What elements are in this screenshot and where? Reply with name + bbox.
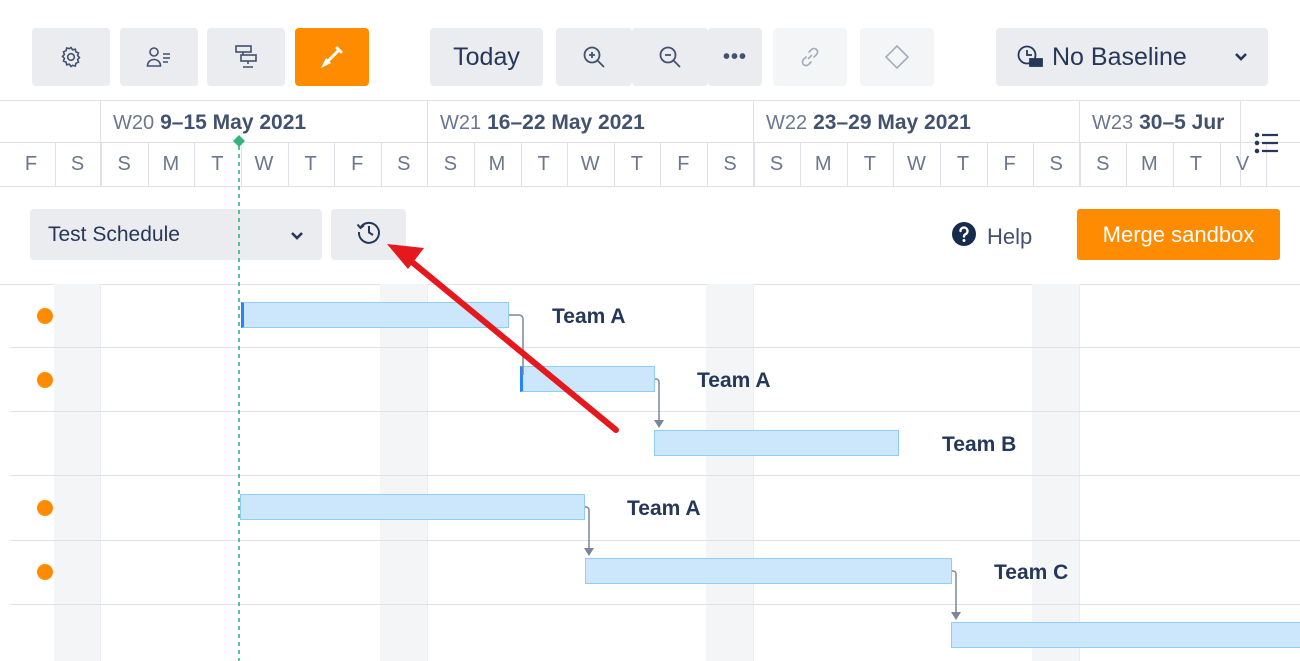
- day-label: T: [304, 152, 317, 175]
- schedule-select[interactable]: Test Schedule: [30, 209, 322, 260]
- task-bar[interactable]: [241, 302, 509, 328]
- day-label: W: [254, 152, 274, 175]
- row-divider: [10, 411, 1300, 412]
- day-label: S: [769, 152, 784, 175]
- merge-sandbox-label: Merge sandbox: [1102, 221, 1255, 247]
- day-label: T: [956, 152, 970, 175]
- week-range: 16–22 May 2021: [487, 111, 645, 134]
- milestone-button[interactable]: [860, 28, 934, 86]
- merge-sandbox-button[interactable]: Merge sandbox: [1077, 209, 1280, 260]
- chevron-down-icon: [1234, 52, 1248, 62]
- diamond-icon: [884, 44, 910, 70]
- day-label: S: [443, 152, 458, 175]
- week-number: W20: [113, 112, 155, 134]
- task-bar[interactable]: [951, 622, 1300, 648]
- chevron-down-icon: [290, 223, 304, 247]
- row-divider: [10, 604, 1300, 605]
- day-label: S: [117, 152, 131, 175]
- list-view-button[interactable]: [1254, 131, 1280, 160]
- day-label: T: [863, 152, 876, 175]
- task-team-label: Team A: [697, 369, 771, 392]
- day-label: S: [70, 152, 85, 175]
- baseline-icon: [1016, 44, 1044, 70]
- divider: [0, 186, 1300, 187]
- today-button[interactable]: Today: [430, 28, 543, 86]
- row-divider: [10, 347, 1300, 348]
- schedule-select-value: Test Schedule: [48, 222, 180, 246]
- help-label: Help: [987, 224, 1033, 249]
- link-button[interactable]: [773, 28, 847, 86]
- more-label: •••: [722, 45, 747, 68]
- day-label: F: [351, 152, 364, 175]
- day-label: S: [723, 152, 737, 175]
- task-bar[interactable]: [585, 558, 952, 584]
- week-number: W22: [766, 112, 808, 134]
- zoom-in-icon: [581, 44, 607, 70]
- week-range: 23–29 May 2021: [813, 111, 971, 134]
- task-team-label: Team C: [994, 561, 1069, 584]
- hierarchy-icon: [233, 44, 259, 70]
- day-label: T: [537, 152, 550, 175]
- help-link[interactable]: Help: [951, 221, 1032, 253]
- task-bar[interactable]: [654, 430, 899, 456]
- risk-indicator: [37, 308, 53, 324]
- day-label: S: [397, 152, 411, 175]
- baseline-select[interactable]: No Baseline: [996, 28, 1268, 86]
- day-label: M: [488, 152, 506, 175]
- week-label: W21 16–22 May 2021: [440, 111, 645, 135]
- day-label: T: [211, 152, 224, 175]
- task-team-label: Team A: [552, 305, 626, 328]
- more-button[interactable]: •••: [708, 28, 762, 86]
- week-number: W21: [440, 112, 482, 134]
- row-divider: [10, 475, 1300, 476]
- day-label: W: [580, 152, 600, 175]
- task-bar[interactable]: [240, 494, 585, 520]
- toolbar: Today ••• No Baseline: [0, 0, 1300, 100]
- week-range: 30–5 Jur: [1139, 111, 1225, 134]
- risk-indicator: [37, 372, 53, 388]
- day-label: W: [906, 152, 926, 175]
- resources-button[interactable]: [120, 28, 198, 86]
- question-circle-icon: [951, 221, 977, 253]
- week-label: W20 9–15 May 2021: [113, 111, 306, 135]
- gear-icon: [59, 45, 83, 69]
- week-number: W23: [1092, 112, 1134, 134]
- link-icon: [797, 44, 823, 70]
- sandbox-button[interactable]: [295, 28, 369, 86]
- user-list-icon: [146, 45, 172, 69]
- day-label: M: [814, 152, 832, 175]
- history-button[interactable]: [331, 209, 406, 260]
- day-label: S: [1049, 152, 1063, 175]
- day-label: F: [1003, 152, 1016, 175]
- day-label: M: [1141, 152, 1158, 175]
- hierarchy-button[interactable]: [207, 28, 285, 86]
- divider: [0, 100, 1300, 101]
- day-label: T: [630, 152, 643, 175]
- zoom-out-button[interactable]: [632, 28, 708, 86]
- history-icon: [355, 218, 383, 251]
- day-label: T: [1189, 152, 1203, 175]
- list-icon: [1254, 132, 1280, 159]
- week-label: W23 30–5 Jur: [1092, 111, 1238, 135]
- today-label: Today: [453, 42, 520, 71]
- risk-indicator: [37, 564, 53, 580]
- settings-button[interactable]: [32, 28, 110, 86]
- row-divider: [10, 540, 1300, 541]
- baseline-label: No Baseline: [1052, 42, 1187, 71]
- divider: [0, 284, 1300, 285]
- day-label: M: [162, 152, 180, 175]
- week-label: W22 23–29 May 2021: [766, 111, 971, 135]
- zoom-out-icon: [657, 44, 683, 70]
- task-team-label: Team B: [942, 433, 1017, 456]
- day-label: F: [24, 152, 38, 175]
- task-bar[interactable]: [520, 366, 655, 392]
- task-team-label: Team A: [627, 497, 701, 520]
- day-label: S: [1096, 152, 1110, 175]
- week-range: 9–15 May 2021: [160, 111, 307, 134]
- day-label: F: [677, 152, 690, 175]
- shovel-icon: [318, 43, 346, 71]
- zoom-in-button[interactable]: [556, 28, 632, 86]
- risk-indicator: [37, 500, 53, 516]
